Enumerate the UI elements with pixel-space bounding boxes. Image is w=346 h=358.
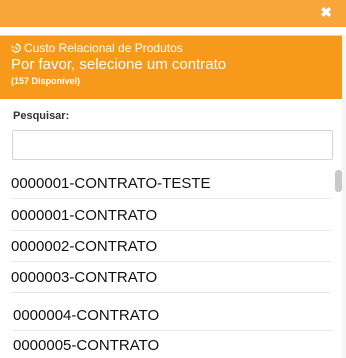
search-label: Pesquisar:: [13, 110, 70, 122]
history-icon: [11, 43, 21, 53]
list-item[interactable]: 0000001-CONTRATO: [11, 200, 331, 231]
close-icon[interactable]: ✖: [320, 4, 332, 20]
contract-select-dialog: ✖ Custo Relacional de Produtos Por favor…: [0, 0, 346, 358]
list-item[interactable]: 0000004-CONTRATO: [13, 300, 333, 331]
list-scrollbar[interactable]: [335, 168, 342, 358]
scrollbar-thumb[interactable]: [335, 170, 342, 192]
list-item[interactable]: 0000005-CONTRATO: [13, 330, 333, 358]
contract-list: 0000001-CONTRATO-TESTE 0000001-CONTRATO …: [0, 168, 342, 358]
search-input[interactable]: [12, 130, 333, 160]
available-count: (157 Disponível): [11, 76, 81, 86]
dialog-titlebar: ✖: [0, 0, 346, 27]
dialog-header: Custo Relacional de Produtos Por favor, …: [0, 35, 342, 99]
dialog-subtitle-row: Custo Relacional de Produtos: [11, 41, 342, 55]
list-item[interactable]: 0000002-CONTRATO: [11, 231, 331, 262]
dialog-edge: [342, 35, 346, 358]
list-item[interactable]: 0000003-CONTRATO: [11, 262, 331, 293]
dialog-title: Por favor, selecione um contrato: [11, 56, 227, 73]
dialog-subtitle: Custo Relacional de Produtos: [24, 41, 183, 55]
list-item[interactable]: 0000001-CONTRATO-TESTE: [11, 168, 331, 199]
